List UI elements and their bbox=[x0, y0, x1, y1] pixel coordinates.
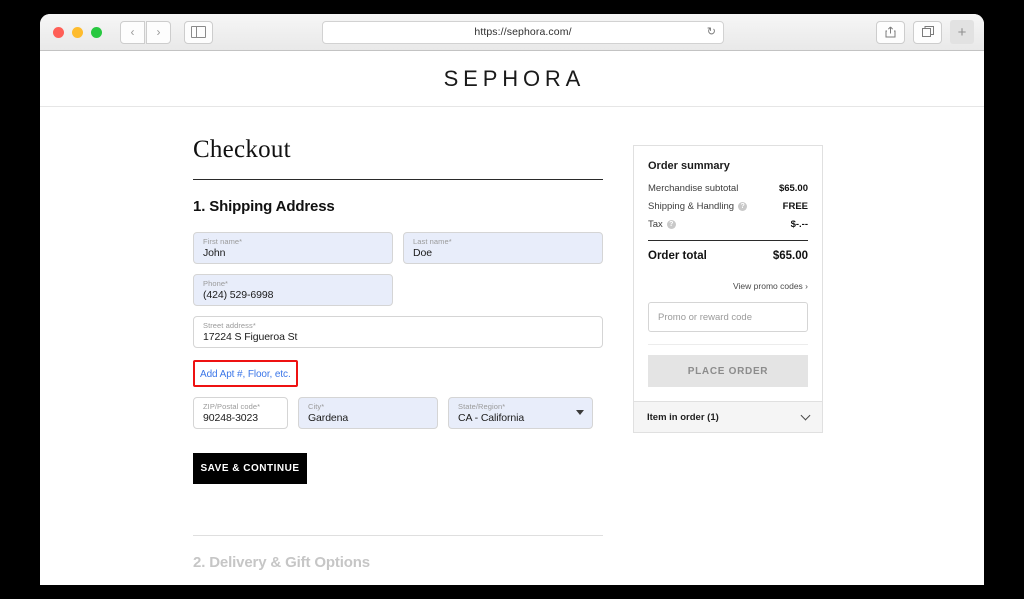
summary-value: $-.-- bbox=[790, 219, 808, 230]
info-icon[interactable]: ? bbox=[666, 220, 676, 229]
share-button[interactable] bbox=[876, 20, 905, 44]
page-title: Checkout bbox=[193, 136, 291, 163]
order-total-label: Order total bbox=[648, 250, 707, 262]
phone-label: Phone* bbox=[203, 279, 229, 288]
city-label: City* bbox=[308, 402, 325, 411]
item-in-order-label: Item in order (1) bbox=[647, 411, 719, 423]
reload-icon[interactable]: ↻ bbox=[707, 26, 716, 38]
first-name-value: John bbox=[203, 247, 226, 259]
back-button[interactable]: ‹ bbox=[120, 20, 145, 44]
section-delivery-options-title[interactable]: 2. Delivery & Gift Options bbox=[193, 554, 603, 571]
last-name-label: Last name* bbox=[413, 237, 452, 246]
zip-code-value: 90248-3023 bbox=[203, 412, 259, 424]
street-address-field[interactable]: Street address* 17224 S Figueroa St bbox=[193, 316, 603, 348]
summary-row-merchandise-subtotal: Merchandise subtotal $65.00 bbox=[648, 183, 808, 194]
browser-window: ‹ › https://sephora.com/ ↻ + SEPHORA Che… bbox=[40, 14, 984, 585]
site-header: SEPHORA bbox=[40, 51, 984, 107]
share-icon bbox=[885, 26, 896, 38]
phone-row: Phone* (424) 529-6998 bbox=[193, 274, 603, 306]
phone-field[interactable]: Phone* (424) 529-6998 bbox=[193, 274, 393, 306]
city-field[interactable]: City* Gardena bbox=[298, 397, 438, 429]
shipping-address-form: First name* John Last name* Doe Phone* (… bbox=[193, 232, 603, 484]
summary-row-tax: Tax ? $-.-- bbox=[648, 219, 808, 230]
url-text: https://sephora.com/ bbox=[474, 26, 572, 38]
city-state-zip-row: ZIP/Postal code* 90248-3023 City* Garden… bbox=[193, 397, 603, 429]
state-select[interactable]: State/Region* CA - California bbox=[448, 397, 593, 429]
view-promo-codes-row: View promo codes › bbox=[648, 276, 808, 294]
order-summary-body: Order summary Merchandise subtotal $65.0… bbox=[634, 146, 822, 401]
view-promo-codes-link[interactable]: View promo codes › bbox=[733, 281, 808, 291]
add-apt-link[interactable]: Add Apt #, Floor, etc. bbox=[200, 369, 291, 380]
order-total-value: $65.00 bbox=[772, 250, 808, 262]
address-bar[interactable]: https://sephora.com/ ↻ bbox=[322, 20, 724, 44]
show-sidebar-button[interactable] bbox=[184, 20, 213, 44]
first-name-label: First name* bbox=[203, 237, 243, 246]
zip-code-label: ZIP/Postal code* bbox=[203, 402, 261, 411]
first-name-field[interactable]: First name* John bbox=[193, 232, 393, 264]
street-address-label: Street address* bbox=[203, 321, 256, 330]
summary-label: Merchandise subtotal bbox=[648, 183, 739, 194]
summary-label-wrap: Tax ? bbox=[648, 219, 676, 230]
state-value: CA - California bbox=[458, 412, 525, 424]
order-summary-card: Order summary Merchandise subtotal $65.0… bbox=[633, 145, 823, 433]
title-divider bbox=[193, 179, 603, 180]
navigation-buttons: ‹ › bbox=[120, 20, 171, 44]
summary-label: Shipping & Handling bbox=[648, 201, 735, 212]
checkout-layout: Checkout 1. Shipping Address First name*… bbox=[40, 107, 984, 585]
name-row: First name* John Last name* Doe bbox=[193, 232, 603, 264]
last-name-value: Doe bbox=[413, 247, 432, 259]
checkout-main-column: Checkout 1. Shipping Address First name*… bbox=[193, 107, 603, 585]
chevron-left-icon: ‹ bbox=[130, 25, 135, 39]
tabs-icon bbox=[921, 26, 934, 37]
maximize-window-button[interactable] bbox=[91, 26, 102, 38]
chevron-down-icon bbox=[800, 410, 811, 421]
summary-divider bbox=[648, 240, 808, 241]
sidebar-icon bbox=[191, 26, 206, 38]
save-and-continue-button[interactable]: SAVE & CONTINUE bbox=[193, 453, 307, 484]
item-in-order-accordion[interactable]: Item in order (1) bbox=[634, 401, 822, 432]
promo-code-input[interactable] bbox=[648, 302, 808, 332]
last-name-field[interactable]: Last name* Doe bbox=[403, 232, 603, 264]
place-order-divider bbox=[648, 344, 808, 345]
forward-button[interactable]: › bbox=[146, 20, 171, 44]
summary-label-wrap: Shipping & Handling ? bbox=[648, 201, 748, 212]
state-label: State/Region* bbox=[458, 402, 506, 411]
summary-label: Tax bbox=[648, 219, 663, 230]
city-value: Gardena bbox=[308, 412, 349, 424]
summary-value: $65.00 bbox=[778, 183, 808, 194]
chevron-down-icon bbox=[576, 410, 584, 415]
place-order-button[interactable]: PLACE ORDER bbox=[648, 355, 808, 387]
add-apt-link-highlight: Add Apt #, Floor, etc. bbox=[193, 360, 298, 387]
summary-row-shipping-handling: Shipping & Handling ? FREE bbox=[648, 201, 808, 212]
show-tabs-button[interactable] bbox=[913, 20, 942, 44]
plus-icon: + bbox=[957, 23, 967, 41]
order-summary-title: Order summary bbox=[648, 160, 730, 172]
order-summary-column: Order summary Merchandise subtotal $65.0… bbox=[633, 107, 823, 585]
minimize-window-button[interactable] bbox=[72, 26, 83, 38]
page-content: SEPHORA Checkout 1. Shipping Address Fir… bbox=[40, 51, 984, 585]
section-shipping-address-title: 1. Shipping Address bbox=[193, 198, 335, 215]
phone-value: (424) 529-6998 bbox=[203, 289, 274, 301]
browser-toolbar: ‹ › https://sephora.com/ ↻ + bbox=[40, 14, 984, 51]
toolbar-right-buttons: + bbox=[876, 20, 974, 44]
section-divider-1 bbox=[193, 535, 603, 536]
new-tab-button[interactable]: + bbox=[950, 20, 974, 44]
street-row: Street address* 17224 S Figueroa St bbox=[193, 316, 603, 348]
close-window-button[interactable] bbox=[53, 26, 64, 38]
sephora-logo[interactable]: SEPHORA bbox=[439, 66, 585, 92]
traffic-lights bbox=[53, 26, 102, 38]
chevron-right-icon: › bbox=[156, 25, 161, 39]
summary-value: FREE bbox=[782, 201, 808, 212]
info-icon[interactable]: ? bbox=[738, 202, 748, 211]
order-total-row: Order total $65.00 bbox=[648, 250, 808, 262]
zip-code-field[interactable]: ZIP/Postal code* 90248-3023 bbox=[193, 397, 288, 429]
street-address-value: 17224 S Figueroa St bbox=[203, 331, 298, 343]
